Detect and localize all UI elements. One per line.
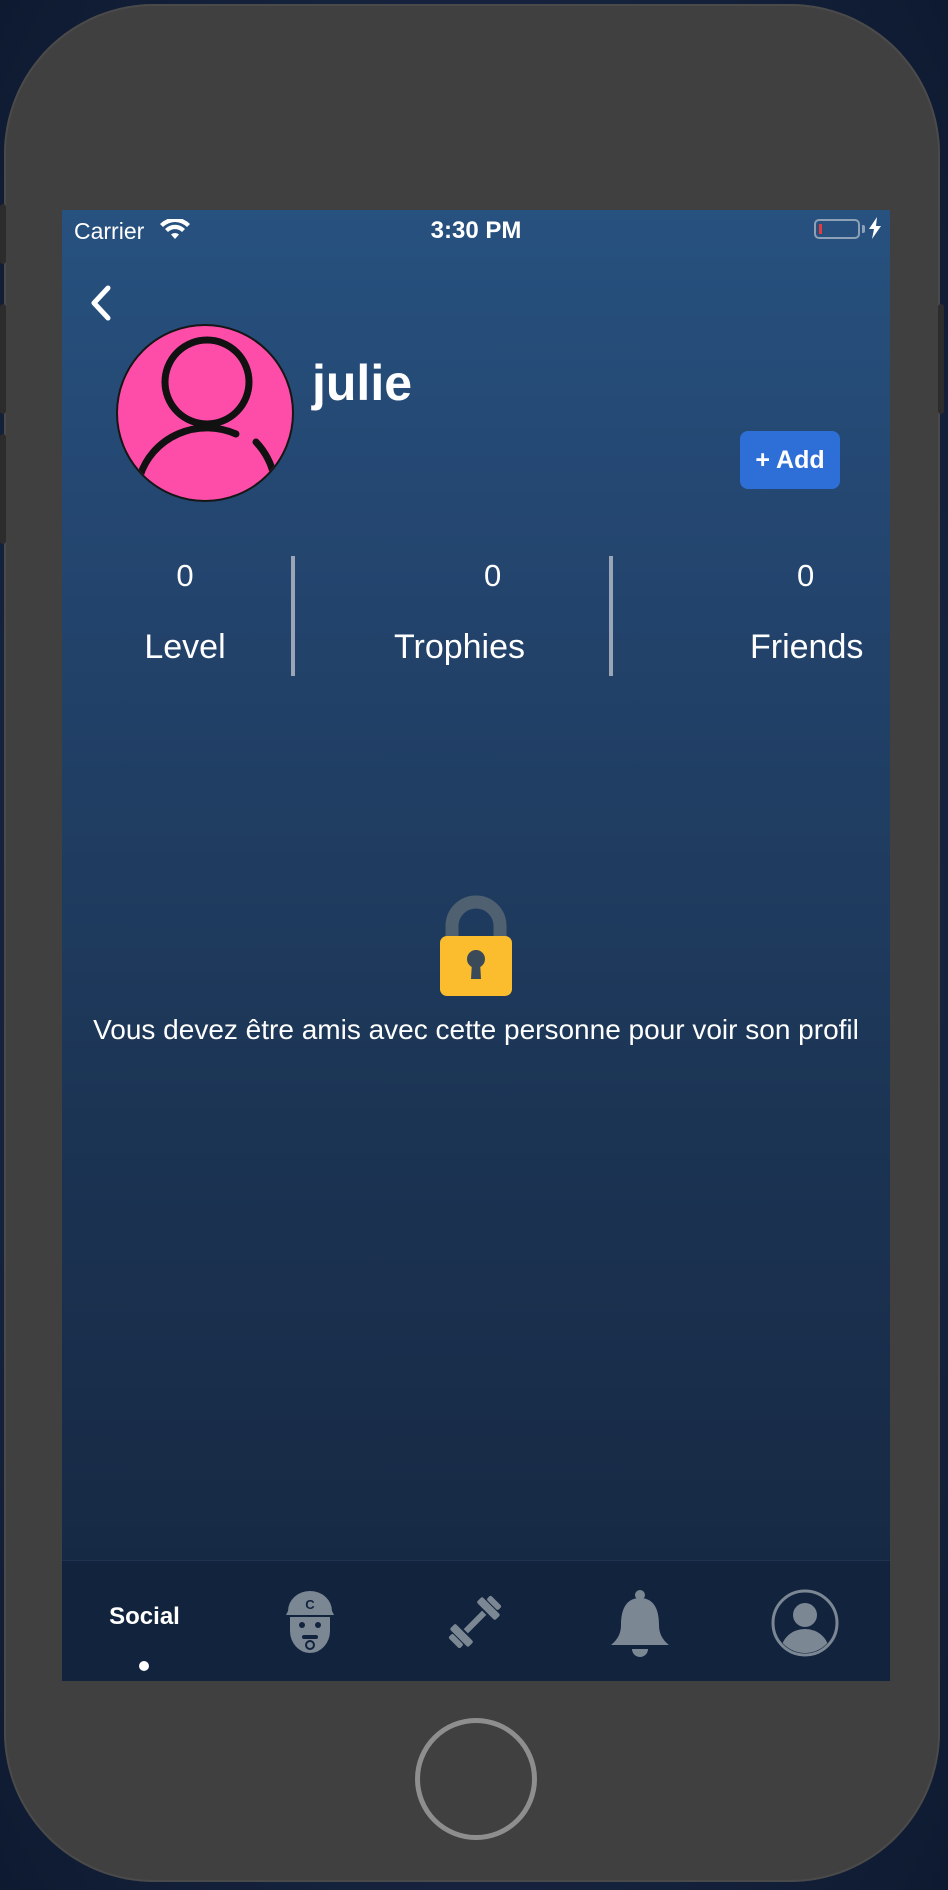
back-button[interactable] xyxy=(82,278,122,328)
app-screen: Carrier 3:30 PM julie + Add 0 Level 0 Tr… xyxy=(62,210,890,1681)
add-friend-button[interactable]: + Add xyxy=(740,431,840,489)
stat-value: 0 xyxy=(176,558,194,593)
coach-icon: C xyxy=(285,1591,334,1653)
tab-social-label: Social xyxy=(109,1603,180,1630)
home-button[interactable] xyxy=(415,1718,537,1840)
battery-icon xyxy=(814,219,860,239)
locked-profile-message: Vous devez être amis avec cette personne… xyxy=(93,1014,859,1045)
dumbbell-icon xyxy=(448,1595,501,1649)
stat-divider xyxy=(291,556,295,676)
tab-coach[interactable]: C xyxy=(227,1561,392,1681)
stat-value: 0 xyxy=(797,558,815,593)
stat-label: Level xyxy=(144,628,226,666)
stat-label: Trophies xyxy=(394,628,526,666)
stat-level: 0 Level xyxy=(120,558,250,667)
profile-icon xyxy=(771,1589,838,1657)
power-button xyxy=(938,304,944,414)
status-bar: Carrier 3:30 PM xyxy=(62,210,890,250)
charging-icon xyxy=(868,217,882,244)
phone-frame: Carrier 3:30 PM julie + Add 0 Level 0 Tr… xyxy=(0,4,944,1882)
status-time: 3:30 PM xyxy=(430,217,522,244)
lock-icon xyxy=(438,894,514,1003)
active-tab-indicator xyxy=(139,1661,149,1671)
tab-bar: Social C xyxy=(62,1560,890,1681)
stat-divider xyxy=(609,556,613,676)
battery-tip xyxy=(862,225,865,233)
tab-profile[interactable] xyxy=(722,1561,887,1681)
volume-down-button xyxy=(0,434,6,544)
volume-up-button xyxy=(0,304,6,414)
avatar xyxy=(116,324,294,502)
tab-workout[interactable] xyxy=(392,1561,557,1681)
mute-switch xyxy=(0,204,6,264)
svg-text:C: C xyxy=(305,1597,315,1612)
username: julie xyxy=(312,355,413,411)
user-silhouette-icon xyxy=(136,336,278,480)
stat-label: Friends xyxy=(750,628,864,666)
tab-social[interactable]: Social xyxy=(62,1561,227,1681)
tab-notifications[interactable] xyxy=(557,1561,722,1681)
chevron-left-icon xyxy=(91,285,111,321)
stat-trophies: 0 Trophies xyxy=(372,558,632,667)
bell-icon xyxy=(610,1590,669,1657)
stat-friends: 0 Friends xyxy=(682,558,890,667)
stat-value: 0 xyxy=(484,558,502,593)
